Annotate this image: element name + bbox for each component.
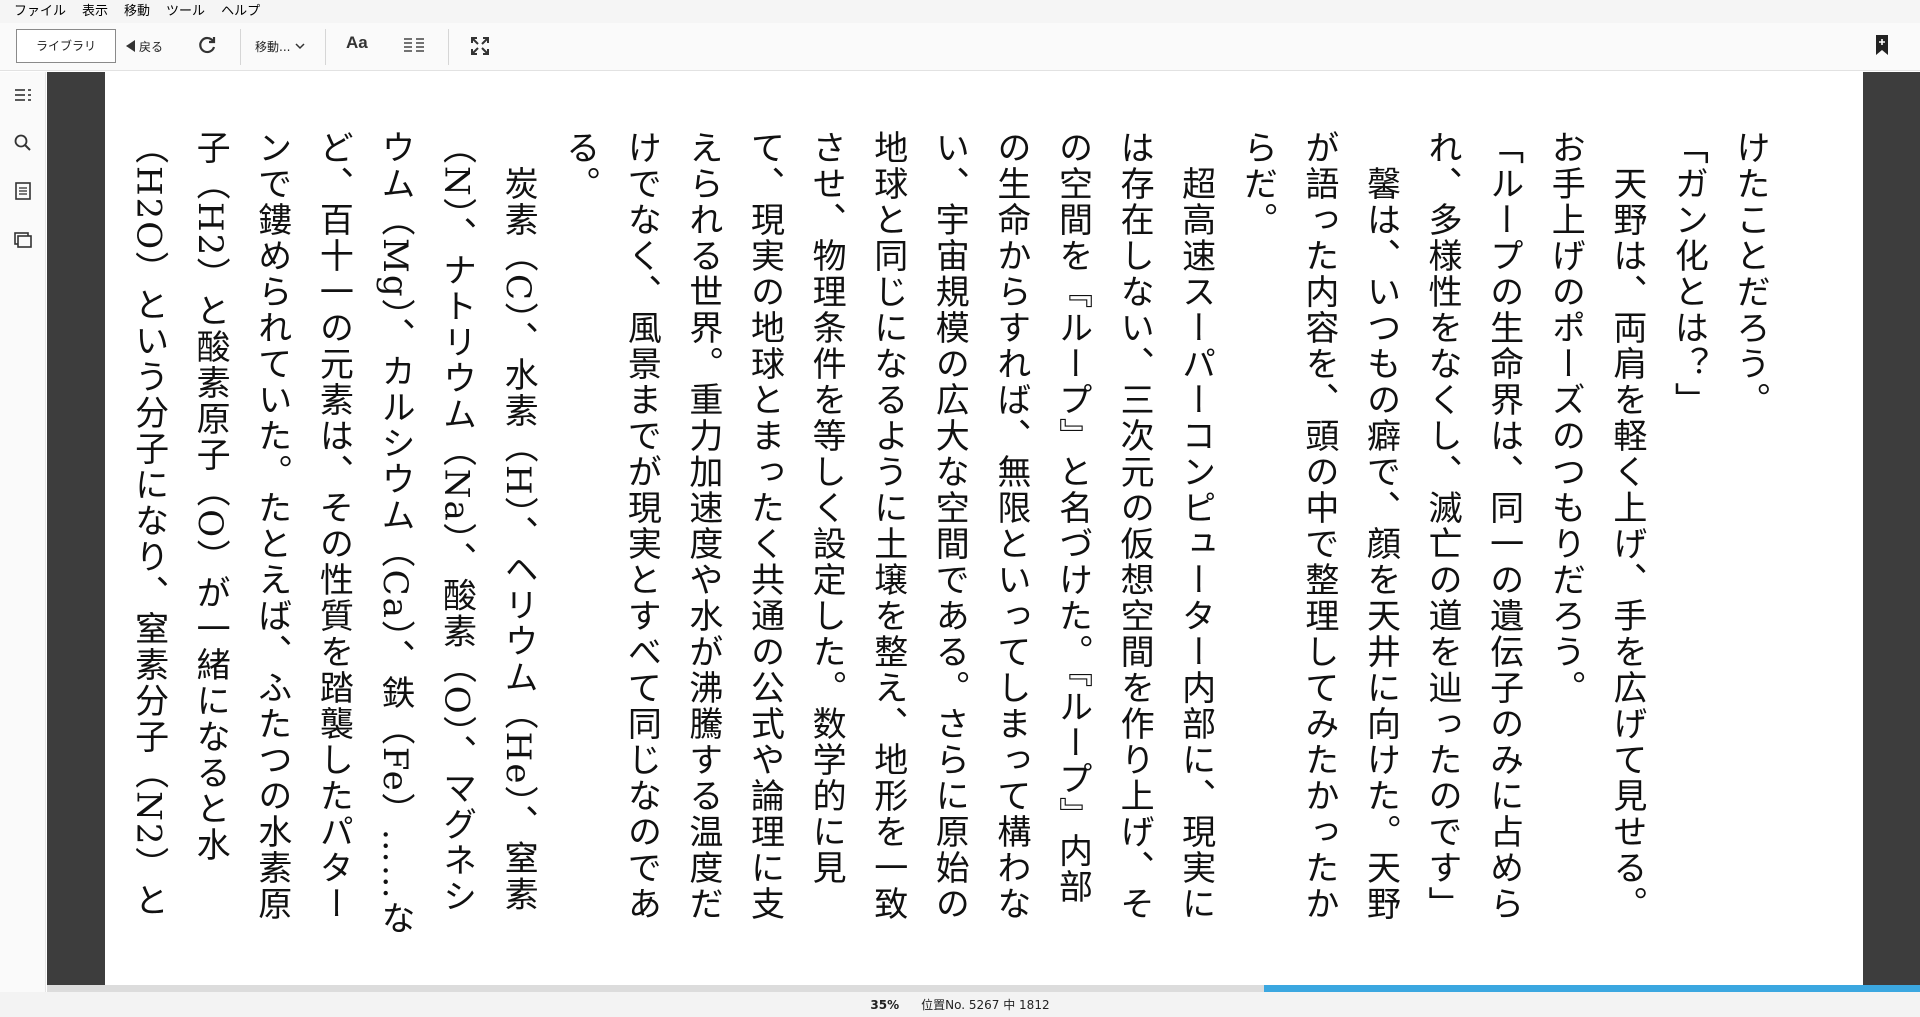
search-icon[interactable] <box>12 132 34 154</box>
menu-help[interactable]: ヘルプ <box>213 0 268 23</box>
toolbar-divider <box>325 29 326 65</box>
toolbar-divider <box>240 29 241 65</box>
toolbar-divider <box>448 29 449 65</box>
progress-percent: 35% <box>870 997 900 1012</box>
paragraph: 天野は、両肩を軽く上げ、手を広げて見せる。お手上げのポーズのつもりだろう。 <box>1545 130 1647 922</box>
notes-icon[interactable] <box>12 180 34 202</box>
paragraph: 超高速スーパーコンピューター内部に、現実には存在しない、三次元の仮想空間を作り上… <box>559 130 1216 922</box>
left-sidebar <box>0 72 46 992</box>
menu-go[interactable]: 移動 <box>116 0 158 23</box>
chevron-down-icon <box>295 43 305 50</box>
columns-icon[interactable] <box>402 35 426 55</box>
back-label: 戻る <box>139 39 164 54</box>
font-settings-button[interactable]: Aa <box>346 33 368 53</box>
location-readout: 位置No. 5267 中 1812 <box>921 998 1050 1012</box>
paragraph: けたことだろう。 <box>1730 130 1770 418</box>
paragraph: 炭素（C）、水素（H）、ヘリウム（He）、窒素（N）、ナトリウム（Na）、酸素（… <box>128 130 539 937</box>
paragraph: 「ガン化とは？」 <box>1668 130 1709 418</box>
reading-progress-bar[interactable] <box>47 985 1920 992</box>
menu-file[interactable]: ファイル <box>6 0 74 23</box>
menu-tools[interactable]: ツール <box>158 0 213 23</box>
paragraph: 馨は、いつもの癖で、顔を天井に向けた。天野が語った内容を、頭の中で整理してみたか… <box>1237 130 1401 922</box>
goto-label: 移動... <box>255 39 291 54</box>
back-button[interactable]: 戻る <box>126 29 163 63</box>
book-text: けたことだろう。 「ガン化とは？」 天野は、両肩を軽く上げ、手を広げて見せる。お… <box>120 130 1780 940</box>
library-button[interactable]: ライブラリ <box>16 29 116 63</box>
flashcards-icon[interactable] <box>12 228 34 250</box>
reading-progress-fill <box>1264 985 1920 992</box>
paragraph: 「ループの生命界は、同一の遺伝子のみに占められ、多様性をなくし、滅亡の道を辿った… <box>1422 130 1524 922</box>
toolbar: ライブラリ 戻る 移動... Aa <box>0 23 1920 71</box>
menu-view[interactable]: 表示 <box>74 0 116 23</box>
status-bar: 35% 位置No. 5267 中 1812 <box>0 992 1920 1017</box>
menu-bar: ファイル 表示 移動 ツール ヘルプ <box>0 0 1920 23</box>
refresh-icon[interactable] <box>196 34 218 56</box>
goto-dropdown[interactable]: 移動... <box>255 29 305 63</box>
bookmark-icon[interactable] <box>1875 34 1889 56</box>
back-arrow-icon <box>126 40 135 52</box>
table-of-contents-icon[interactable] <box>12 84 34 106</box>
fullscreen-icon[interactable] <box>469 35 491 57</box>
